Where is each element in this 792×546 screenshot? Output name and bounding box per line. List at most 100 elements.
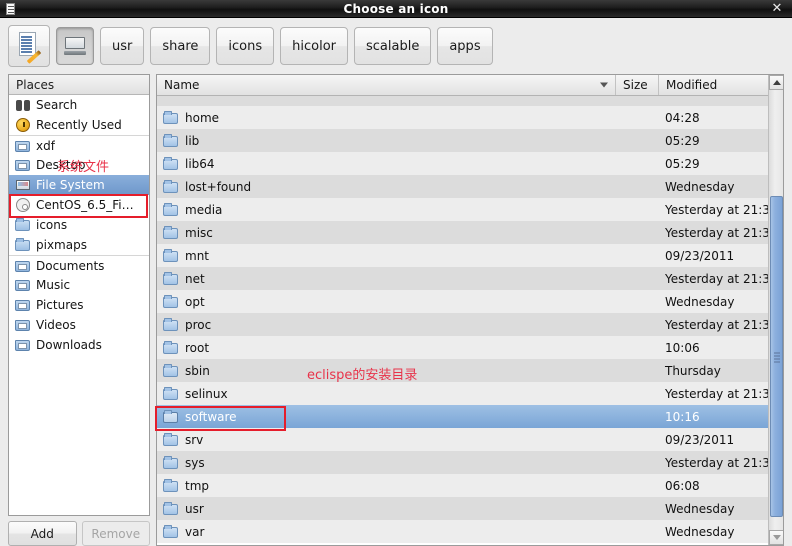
scroll-up-button[interactable]: [769, 75, 783, 90]
path-button-root[interactable]: [56, 27, 94, 65]
window-titlebar: Choose an icon ✕: [0, 0, 792, 18]
places-buttons: Add Remove: [8, 516, 150, 546]
disc-icon: [15, 197, 31, 213]
search-icon: [15, 97, 31, 113]
file-name-cell: media: [157, 202, 615, 218]
chevron-down-icon[interactable]: [600, 82, 608, 88]
places-sidebar: Places Search Recently Used xdf Desktop File…: [8, 74, 150, 546]
path-button-icons[interactable]: icons: [216, 27, 275, 65]
path-button-label: icons: [228, 38, 263, 54]
sidebar-item-pictures[interactable]: Pictures: [9, 295, 149, 315]
vertical-scrollbar[interactable]: [768, 75, 783, 545]
table-row[interactable]: root 10:06: [157, 336, 768, 359]
file-name-label: misc: [185, 225, 213, 240]
table-row[interactable]: sbin Thursday: [157, 359, 768, 382]
sidebar-item-xdf[interactable]: xdf: [9, 135, 149, 155]
sidebar-item-recently-used[interactable]: Recently Used: [9, 115, 149, 135]
file-name-label: lost+found: [185, 179, 252, 194]
table-row[interactable]: srv 09/23/2011: [157, 428, 768, 451]
sidebar-item-desktop[interactable]: Desktop: [9, 155, 149, 175]
file-name-cell: lib64: [157, 156, 615, 172]
table-row[interactable]: selinux Yesterday at 21:34: [157, 382, 768, 405]
file-modified-cell: Yesterday at 21:34: [665, 386, 768, 401]
file-list-inner: Name Size Modified home 04:28 lib 05:29 lib6…: [157, 75, 768, 545]
add-button[interactable]: Add: [8, 521, 77, 546]
scrollbar-track[interactable]: [769, 90, 783, 530]
close-icon[interactable]: ✕: [770, 1, 784, 16]
sidebar-item-label: Search: [36, 98, 78, 112]
bookmark-folder-icon: [15, 157, 31, 173]
file-modified-cell: 09/23/2011: [665, 432, 735, 447]
folder-icon: [163, 409, 179, 425]
table-row[interactable]: usr Wednesday: [157, 497, 768, 520]
folder-icon: [163, 386, 179, 402]
folder-icon: [163, 501, 179, 517]
file-name-cell: root: [157, 340, 615, 356]
folder-icon: [163, 294, 179, 310]
window-document-icon: [3, 1, 18, 16]
sidebar-item-search[interactable]: Search: [9, 95, 149, 115]
path-button-label: usr: [112, 38, 133, 54]
table-row[interactable]: misc Yesterday at 21:35: [157, 221, 768, 244]
table-row[interactable]: sys Yesterday at 21:34: [157, 451, 768, 474]
column-header-modified[interactable]: Modified: [658, 75, 768, 95]
file-name-cell: software: [157, 409, 615, 425]
file-name-cell: usr: [157, 501, 615, 517]
table-row[interactable]: software 10:16: [157, 405, 768, 428]
file-modified-cell: 06:08: [665, 478, 700, 493]
path-button-usr[interactable]: usr: [100, 27, 145, 65]
table-row[interactable]: media Yesterday at 21:36: [157, 198, 768, 221]
folder-icon: [163, 340, 179, 356]
scrollbar-thumb[interactable]: [770, 195, 783, 517]
folder-icon: [163, 248, 179, 264]
folder-icon: [163, 317, 179, 333]
sidebar-item-centos-6-5-fi[interactable]: CentOS_6.5_Fi…: [9, 195, 149, 215]
table-row[interactable]: mnt 09/23/2011: [157, 244, 768, 267]
folder-icon: [15, 237, 31, 253]
column-header-size[interactable]: Size: [615, 75, 658, 95]
path-button-scalable[interactable]: scalable: [354, 27, 432, 65]
file-modified-cell: Yesterday at 21:34: [665, 455, 768, 470]
path-button-hicolor[interactable]: hicolor: [280, 27, 349, 65]
sidebar-item-pixmaps[interactable]: pixmaps: [9, 235, 149, 255]
create-folder-button[interactable]: [8, 25, 50, 67]
path-button-label: scalable: [366, 38, 420, 54]
file-modified-cell: Wednesday: [665, 179, 735, 194]
sidebar-item-downloads[interactable]: Downloads: [9, 335, 149, 355]
file-modified-cell: 04:28: [665, 110, 700, 125]
table-row[interactable]: net Yesterday at 21:35: [157, 267, 768, 290]
path-button-apps[interactable]: apps: [437, 27, 493, 65]
sidebar-item-label: Recently Used: [36, 118, 122, 132]
table-row[interactable]: lib 05:29: [157, 129, 768, 152]
file-name-cell: selinux: [157, 386, 615, 402]
column-header-name[interactable]: Name: [157, 75, 615, 95]
sidebar-item-label: File System: [36, 178, 105, 192]
table-row[interactable]: lost+found Wednesday: [157, 175, 768, 198]
table-row[interactable]: home 04:28: [157, 106, 768, 129]
file-list-header: Name Size Modified: [157, 75, 768, 96]
table-row[interactable]: opt Wednesday: [157, 290, 768, 313]
table-row[interactable]: proc Yesterday at 21:34: [157, 313, 768, 336]
sidebar-item-icons[interactable]: icons: [9, 215, 149, 235]
file-name-label: opt: [185, 294, 205, 309]
path-button-share[interactable]: share: [150, 27, 211, 65]
table-row[interactable]: [157, 96, 768, 106]
scroll-down-button[interactable]: [769, 530, 783, 545]
sidebar-item-file-system[interactable]: File System: [9, 175, 149, 195]
dialog-body: Places Search Recently Used xdf Desktop File…: [0, 74, 792, 546]
file-name-cell: misc: [157, 225, 615, 241]
sidebar-item-music[interactable]: Music: [9, 275, 149, 295]
folder-icon: [163, 202, 179, 218]
file-modified-cell: Thursday: [665, 363, 721, 378]
sidebar-item-label: xdf: [36, 138, 55, 153]
file-name-label: var: [185, 524, 205, 539]
sidebar-item-documents[interactable]: Documents: [9, 255, 149, 275]
table-row[interactable]: tmp 06:08: [157, 474, 768, 497]
places-list-box: Places Search Recently Used xdf Desktop File…: [8, 74, 150, 516]
table-row[interactable]: lib64 05:29: [157, 152, 768, 175]
folder-icon: [163, 179, 179, 195]
file-name-label: lib64: [185, 156, 215, 171]
table-row[interactable]: var Wednesday: [157, 520, 768, 543]
sidebar-item-videos[interactable]: Videos: [9, 315, 149, 335]
remove-button: Remove: [81, 521, 150, 546]
